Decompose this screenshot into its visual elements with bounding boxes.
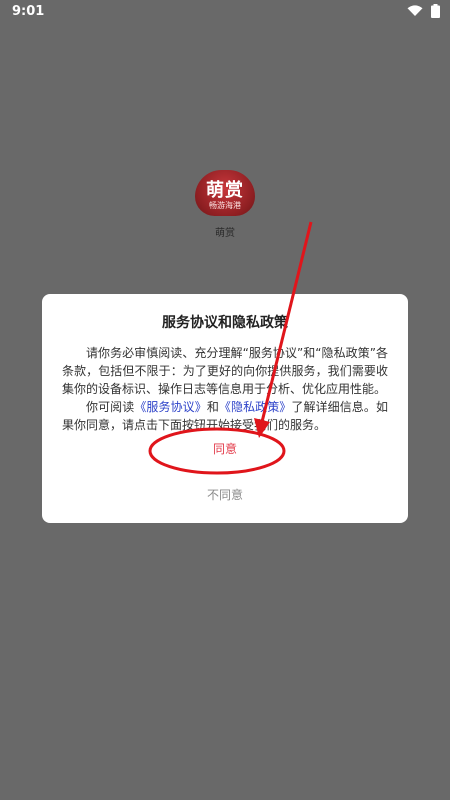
app-logo-subtext: 畅游海港 (209, 201, 241, 210)
privacy-policy-link[interactable]: 《隐私政策》 (219, 400, 291, 414)
wifi-icon (407, 5, 423, 21)
service-agreement-link[interactable]: 《服务协议》 (134, 400, 206, 414)
status-icons (407, 4, 440, 22)
app-logo: 萌赏 畅游海港 (195, 170, 255, 216)
p2-before: 你可阅读 (86, 400, 135, 414)
app-branding: 萌赏 畅游海港 萌赏 (195, 170, 255, 239)
status-time: 9:01 (12, 4, 45, 19)
dialog-paragraph-1: 请你务必审慎阅读、充分理解“服务协议”和“隐私政策”各条款，包括但不限于：为了更… (62, 346, 388, 396)
status-bar: 9:01 (0, 0, 450, 24)
agree-button[interactable]: 同意 (192, 436, 258, 462)
decline-button[interactable]: 不同意 (192, 482, 258, 508)
privacy-dialog: 服务协议和隐私政策 请你务必审慎阅读、充分理解“服务协议”和“隐私政策”各条款，… (42, 294, 408, 523)
dialog-title: 服务协议和隐私政策 (162, 315, 288, 331)
dialog-paragraph-2: 你可阅读《服务协议》和《隐私政策》了解详细信息。如果你同意，请点击下面按钮开始接… (62, 398, 388, 434)
battery-icon (431, 4, 440, 22)
p2-mid: 和 (206, 400, 219, 414)
app-name: 萌赏 (215, 228, 235, 239)
app-logo-text: 萌赏 (206, 180, 244, 201)
dialog-body: 请你务必审慎阅读、充分理解“服务协议”和“隐私政策”各条款，包括但不限于：为了更… (62, 344, 388, 434)
